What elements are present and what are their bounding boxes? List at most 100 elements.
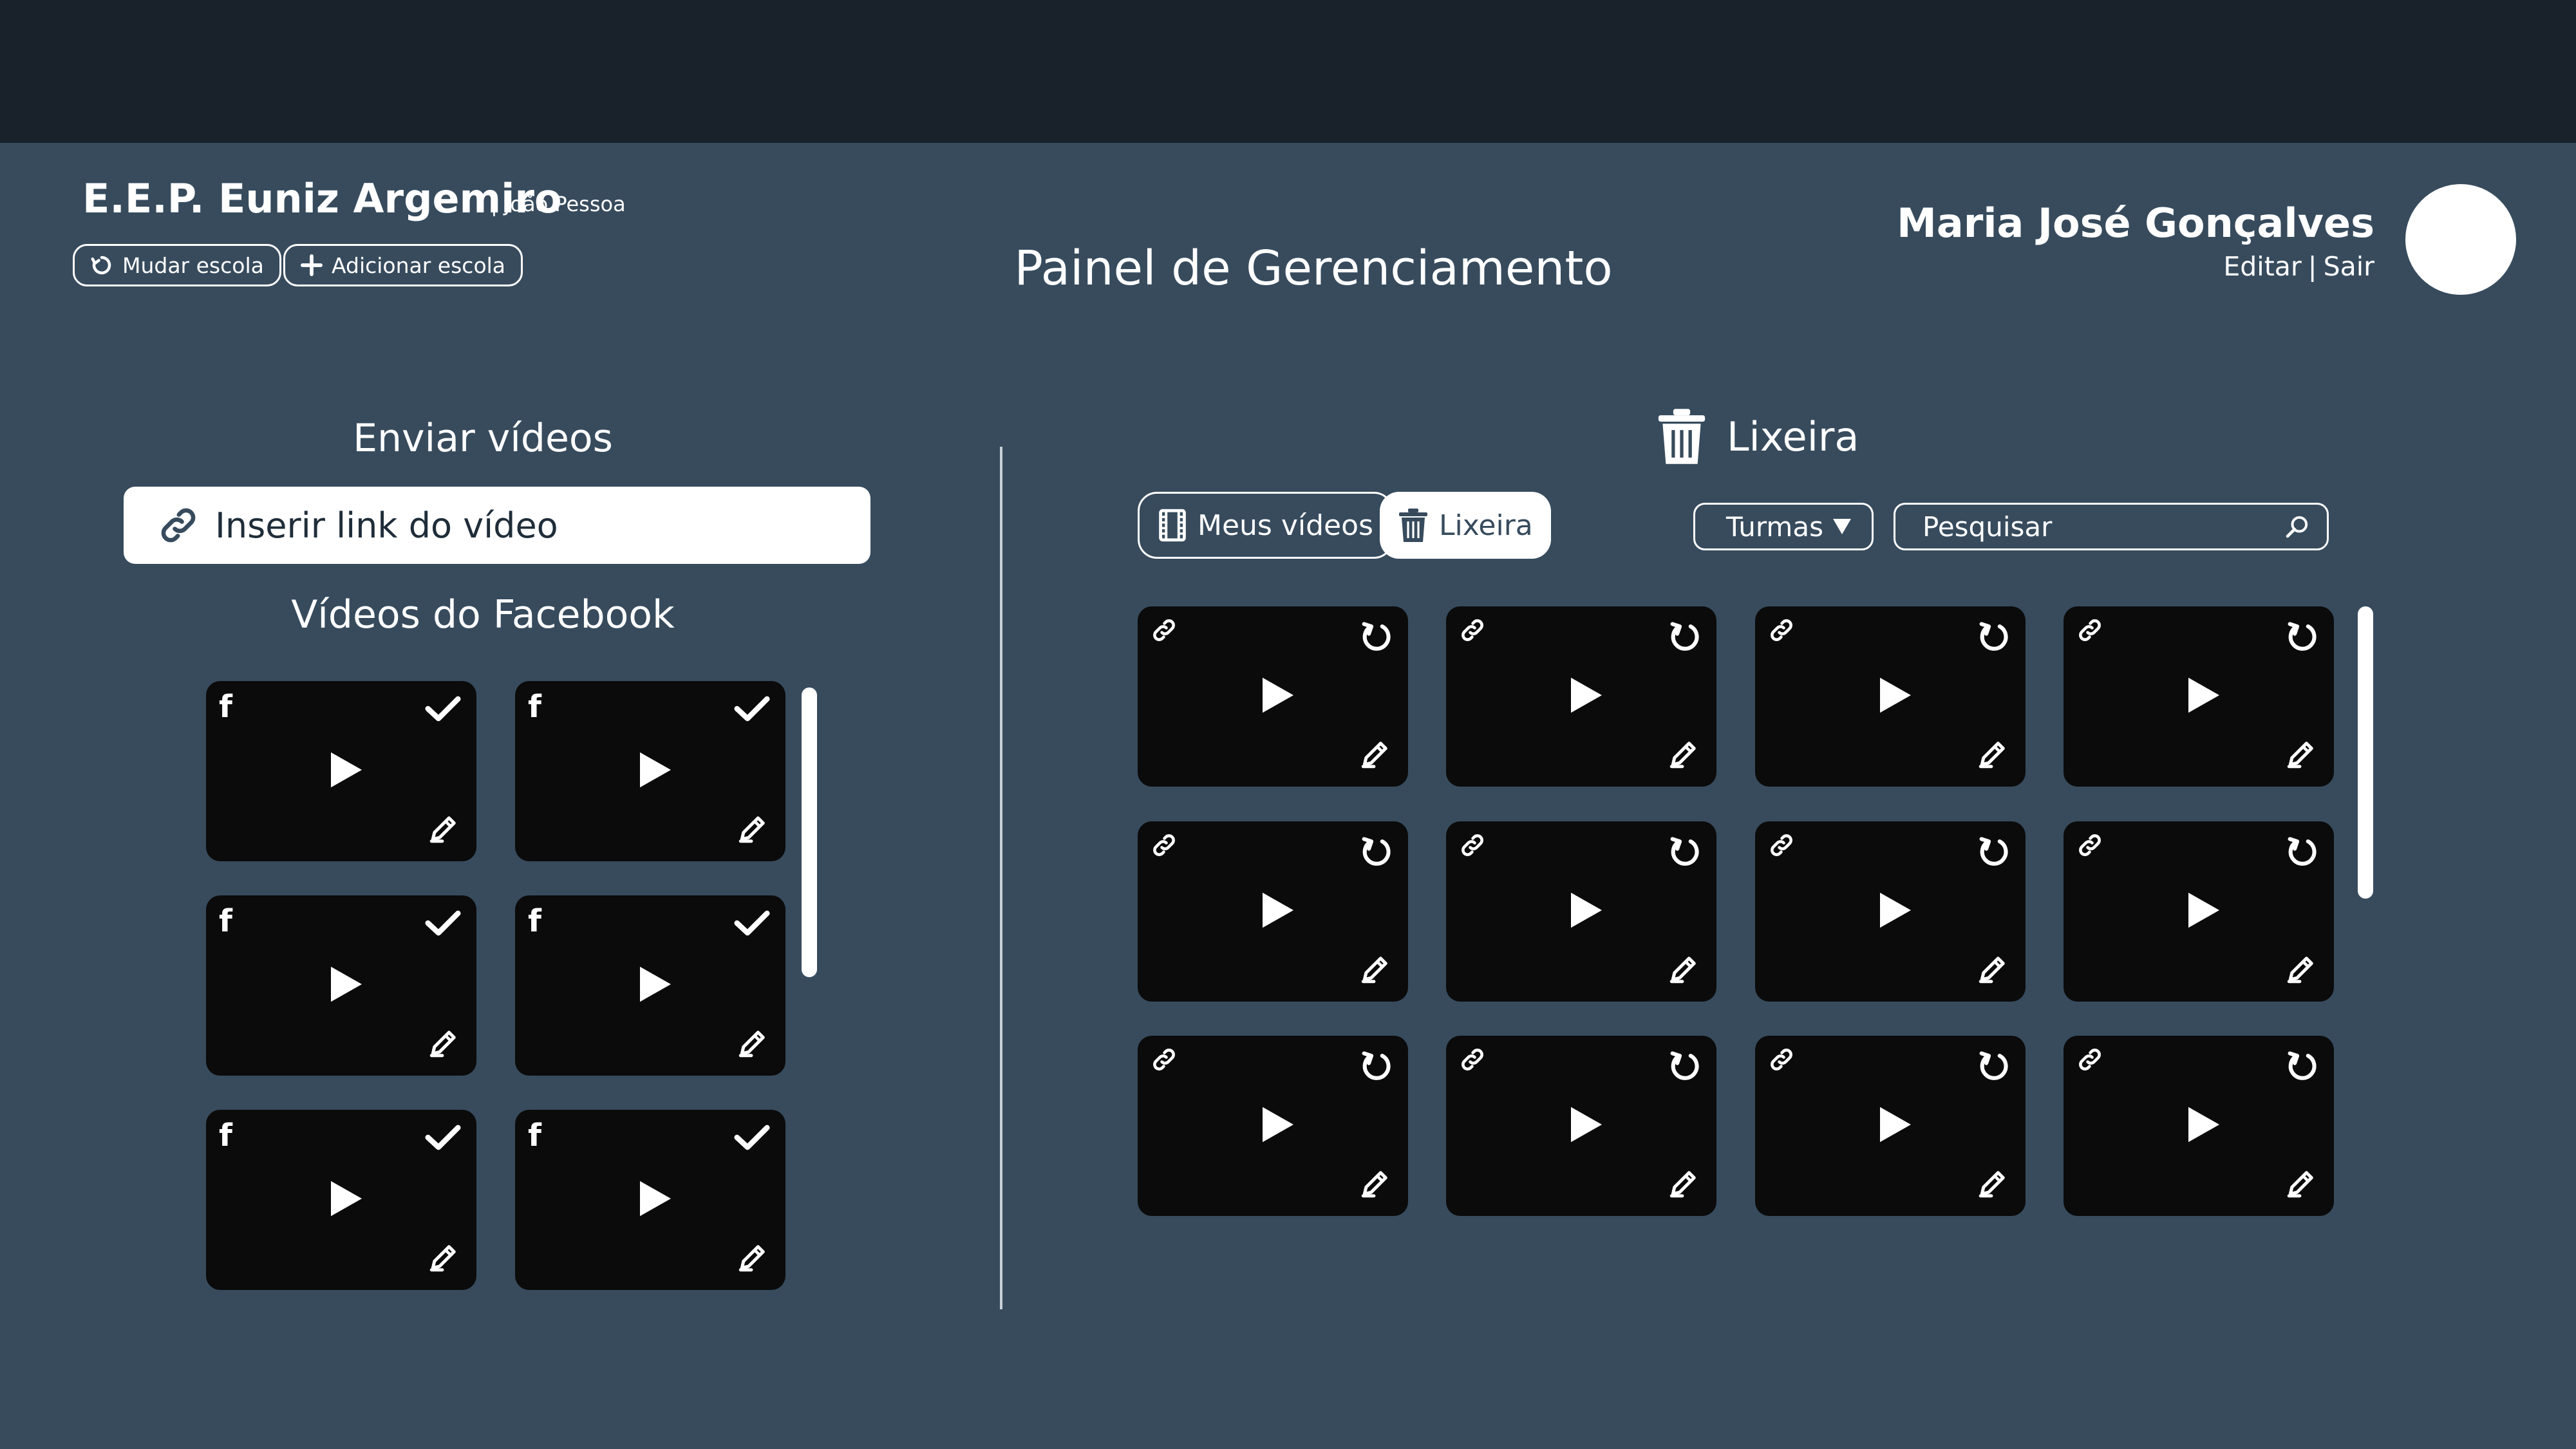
play-icon[interactable] [324, 749, 366, 793]
trash-video-tile[interactable] [1138, 1036, 1408, 1216]
facebook-video-tile[interactable]: f [206, 895, 476, 1076]
trash-video-tile[interactable] [2064, 821, 2334, 1002]
check-icon [734, 695, 770, 725]
pencil-icon[interactable] [737, 1241, 769, 1276]
link-icon[interactable] [1151, 617, 1178, 646]
restore-icon[interactable] [2285, 836, 2318, 872]
video-link-field[interactable] [124, 487, 870, 564]
restore-icon[interactable] [1977, 836, 2010, 872]
trash-video-tile[interactable] [1755, 821, 2026, 1002]
pencil-icon[interactable] [1668, 1167, 1700, 1202]
link-icon[interactable] [2076, 832, 2103, 861]
search-icon[interactable] [2284, 514, 2310, 539]
class-filter-select[interactable]: Turmas [1693, 503, 1874, 550]
facebook-video-tile[interactable]: f [206, 681, 476, 861]
link-icon[interactable] [1768, 1046, 1795, 1076]
search-input[interactable] [1921, 510, 2284, 543]
link-icon[interactable] [1459, 617, 1486, 646]
restore-icon[interactable] [2285, 621, 2318, 657]
play-icon[interactable] [2182, 1104, 2223, 1148]
logout-link[interactable]: Sair [2324, 251, 2374, 282]
pencil-icon[interactable] [428, 1027, 460, 1061]
trash-video-tile[interactable] [1446, 821, 1716, 1002]
play-icon[interactable] [634, 1178, 675, 1222]
link-icon[interactable] [1151, 1046, 1178, 1076]
play-icon[interactable] [2182, 675, 2223, 718]
restore-icon[interactable] [1668, 1050, 1701, 1086]
play-icon[interactable] [1256, 675, 1297, 718]
trash-video-tile[interactable] [2064, 606, 2334, 787]
play-icon[interactable] [1565, 890, 1606, 933]
pencil-icon[interactable] [2285, 1167, 2317, 1202]
trash-video-tile[interactable] [1755, 606, 2026, 787]
facebook-video-tile[interactable]: f [515, 681, 785, 861]
search-field[interactable] [1894, 503, 2329, 550]
trash-icon [1399, 509, 1427, 542]
top-bar [0, 0, 2576, 143]
link-icon[interactable] [1768, 832, 1795, 861]
pencil-icon[interactable] [428, 812, 460, 847]
pencil-icon[interactable] [2285, 953, 2317, 987]
play-icon[interactable] [1874, 675, 1915, 718]
trash-videos-scrollbar[interactable] [2358, 606, 2373, 899]
facebook-video-tile[interactable]: f [206, 1110, 476, 1290]
play-icon[interactable] [1874, 890, 1915, 933]
trash-video-tile[interactable] [1138, 606, 1408, 787]
trash-video-tile[interactable] [1138, 821, 1408, 1002]
pencil-icon[interactable] [1668, 738, 1700, 772]
link-icon[interactable] [2076, 617, 2103, 646]
link-icon[interactable] [2076, 1046, 2103, 1076]
trash-video-tile[interactable] [1446, 606, 1716, 787]
pencil-icon[interactable] [1977, 738, 2009, 772]
pencil-icon[interactable] [1359, 953, 1391, 987]
pencil-icon[interactable] [1977, 1167, 2009, 1202]
restore-icon[interactable] [1668, 621, 1701, 657]
link-icon[interactable] [1768, 617, 1795, 646]
pencil-icon[interactable] [1977, 953, 2009, 987]
link-icon[interactable] [1459, 832, 1486, 861]
pencil-icon[interactable] [428, 1241, 460, 1276]
add-school-button[interactable]: Adicionar escola [283, 244, 523, 286]
trash-video-tile[interactable] [1446, 1036, 1716, 1216]
play-icon[interactable] [1565, 1104, 1606, 1148]
facebook-video-tile[interactable]: f [515, 895, 785, 1076]
tab-my-videos[interactable]: Meus vídeos [1138, 492, 1393, 559]
change-school-button[interactable]: Mudar escola [73, 244, 281, 286]
pencil-icon[interactable] [1668, 953, 1700, 987]
restore-icon[interactable] [2285, 1050, 2318, 1086]
pencil-icon[interactable] [1359, 738, 1391, 772]
restore-icon[interactable] [1359, 1050, 1393, 1086]
play-icon[interactable] [1874, 1104, 1915, 1148]
play-icon[interactable] [1256, 1104, 1297, 1148]
tab-trash[interactable]: Lixeira [1380, 492, 1551, 559]
play-icon[interactable] [1565, 675, 1606, 718]
trash-video-tile[interactable] [1755, 1036, 2026, 1216]
check-icon [425, 910, 461, 939]
trash-video-tile[interactable] [2064, 1036, 2334, 1216]
play-icon[interactable] [324, 1178, 366, 1222]
edit-profile-link[interactable]: Editar [2223, 251, 2301, 282]
link-icon[interactable] [1459, 1046, 1486, 1076]
restore-icon[interactable] [1977, 1050, 2010, 1086]
pencil-icon[interactable] [737, 1027, 769, 1061]
play-icon[interactable] [2182, 890, 2223, 933]
pencil-icon[interactable] [1359, 1167, 1391, 1202]
tab-my-videos-label: Meus vídeos [1198, 509, 1373, 542]
pencil-icon[interactable] [2285, 738, 2317, 772]
avatar[interactable] [2405, 184, 2516, 295]
pencil-icon[interactable] [737, 812, 769, 847]
play-icon[interactable] [1256, 890, 1297, 933]
play-icon[interactable] [634, 749, 675, 793]
restore-icon[interactable] [1359, 621, 1393, 657]
video-link-input[interactable] [214, 504, 847, 547]
facebook-videos-scrollbar[interactable] [802, 687, 817, 977]
restore-icon[interactable] [1977, 621, 2010, 657]
link-icon[interactable] [1151, 832, 1178, 861]
facebook-videos-title: Vídeos do Facebook [291, 592, 675, 637]
restore-icon[interactable] [1359, 836, 1393, 872]
facebook-video-tile[interactable]: f [515, 1110, 785, 1290]
restore-icon[interactable] [1668, 836, 1701, 872]
play-icon[interactable] [324, 964, 366, 1007]
play-icon[interactable] [634, 964, 675, 1007]
trash-header: Lixeira [1656, 407, 1859, 466]
